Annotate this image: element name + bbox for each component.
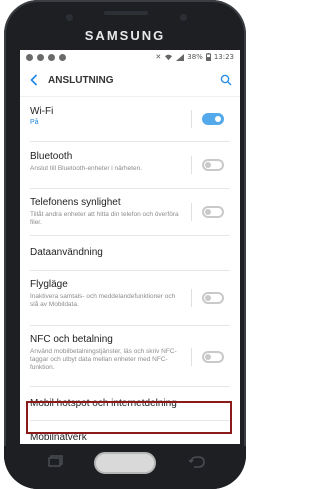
home-button[interactable]	[94, 452, 156, 474]
bluetooth-toggle[interactable]	[202, 159, 224, 171]
settings-list: Wi-Fi På Bluetooth Anslut till Bluetooth…	[20, 97, 240, 444]
alarm-icon	[48, 53, 55, 61]
wifi-toggle[interactable]	[202, 113, 224, 125]
mute-icon: ✕	[155, 53, 162, 61]
speaker-grille	[104, 11, 148, 15]
setting-nfc[interactable]: NFC och betalning Använd mobilbetalnings…	[30, 326, 230, 387]
visibility-toggle[interactable]	[202, 206, 224, 218]
highlight-box	[26, 401, 232, 434]
screen: ✕ 38% 13:23 ANSLUTNING Wi-Fi På Bluetoot…	[20, 50, 240, 444]
nfc-toggle[interactable]	[202, 351, 224, 363]
brand-logo: SAMSUNG	[84, 28, 166, 43]
recent-apps-icon[interactable]	[44, 455, 66, 469]
flight-mode-toggle[interactable]	[202, 292, 224, 304]
chevron-left-icon[interactable]	[30, 74, 38, 86]
sync-icon	[37, 53, 44, 61]
setting-wifi[interactable]: Wi-Fi På	[30, 97, 230, 142]
battery-percent: 38%	[187, 53, 203, 61]
status-bar: ✕ 38% 13:23	[20, 50, 240, 64]
setting-data-usage[interactable]: Dataanvändning	[30, 236, 230, 271]
setting-phone-visibility[interactable]: Telefonens synlighet Tillåt andra enhete…	[30, 189, 230, 236]
wifi-icon	[165, 54, 173, 60]
signal-icon	[176, 53, 185, 61]
clock: 13:23	[213, 53, 234, 61]
front-camera-icon	[66, 14, 73, 21]
notification-icon	[26, 53, 33, 61]
battery-icon	[205, 53, 211, 61]
setting-flight-mode[interactable]: Flygläge Inaktivera samtals- och meddela…	[30, 271, 230, 326]
setting-bluetooth[interactable]: Bluetooth Anslut till Bluetooth-enheter …	[30, 142, 230, 189]
search-icon[interactable]	[220, 74, 232, 86]
app-icon	[59, 53, 66, 61]
phone-frame: SAMSUNG ✕ 38% 13:23 ANSLUTNING Wi-Fi På …	[4, 0, 246, 489]
app-header: ANSLUTNING	[20, 64, 240, 97]
back-nav-icon[interactable]	[186, 455, 208, 469]
sensor-icon	[180, 14, 187, 21]
page-title: ANSLUTNING	[48, 74, 114, 86]
